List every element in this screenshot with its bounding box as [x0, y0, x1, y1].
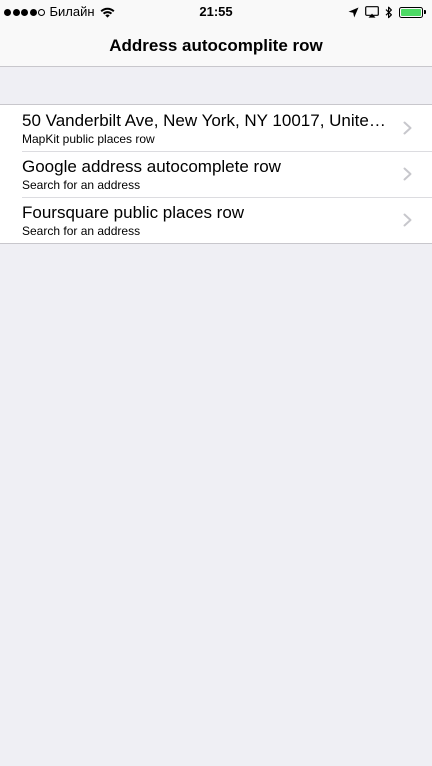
location-icon [348, 7, 359, 18]
battery-tip [424, 10, 426, 14]
address-rows-table: 50 Vanderbilt Ave, New York, NY 10017, U… [0, 104, 432, 244]
foursquare-places-row[interactable]: Foursquare public places row Search for … [0, 197, 432, 243]
row-title: Foursquare public places row [22, 203, 245, 222]
bluetooth-icon [385, 6, 393, 19]
chevron-right-icon [403, 167, 412, 181]
chevron-right-icon [403, 121, 412, 135]
row-title: Google address autocomplete row [22, 157, 281, 176]
row-title: 50 Vanderbilt Ave, New York, NY 10017, U… [22, 111, 392, 130]
row-subtitle: MapKit public places row [22, 132, 155, 146]
google-autocomplete-row[interactable]: Google address autocomplete row Search f… [0, 151, 432, 197]
page-title: Address autocomplite row [109, 36, 323, 55]
battery-icon [399, 6, 423, 18]
airplay-icon [365, 6, 379, 18]
navigation-bar: Address autocomplite row [0, 24, 432, 67]
chevron-right-icon [403, 213, 412, 227]
mapkit-row[interactable]: 50 Vanderbilt Ave, New York, NY 10017, U… [0, 105, 432, 151]
status-bar: Билайн 21:55 [0, 0, 432, 24]
row-subtitle: Search for an address [22, 178, 141, 192]
battery-fill [401, 8, 421, 16]
row-subtitle: Search for an address [22, 224, 141, 238]
status-bar-right [342, 4, 426, 20]
